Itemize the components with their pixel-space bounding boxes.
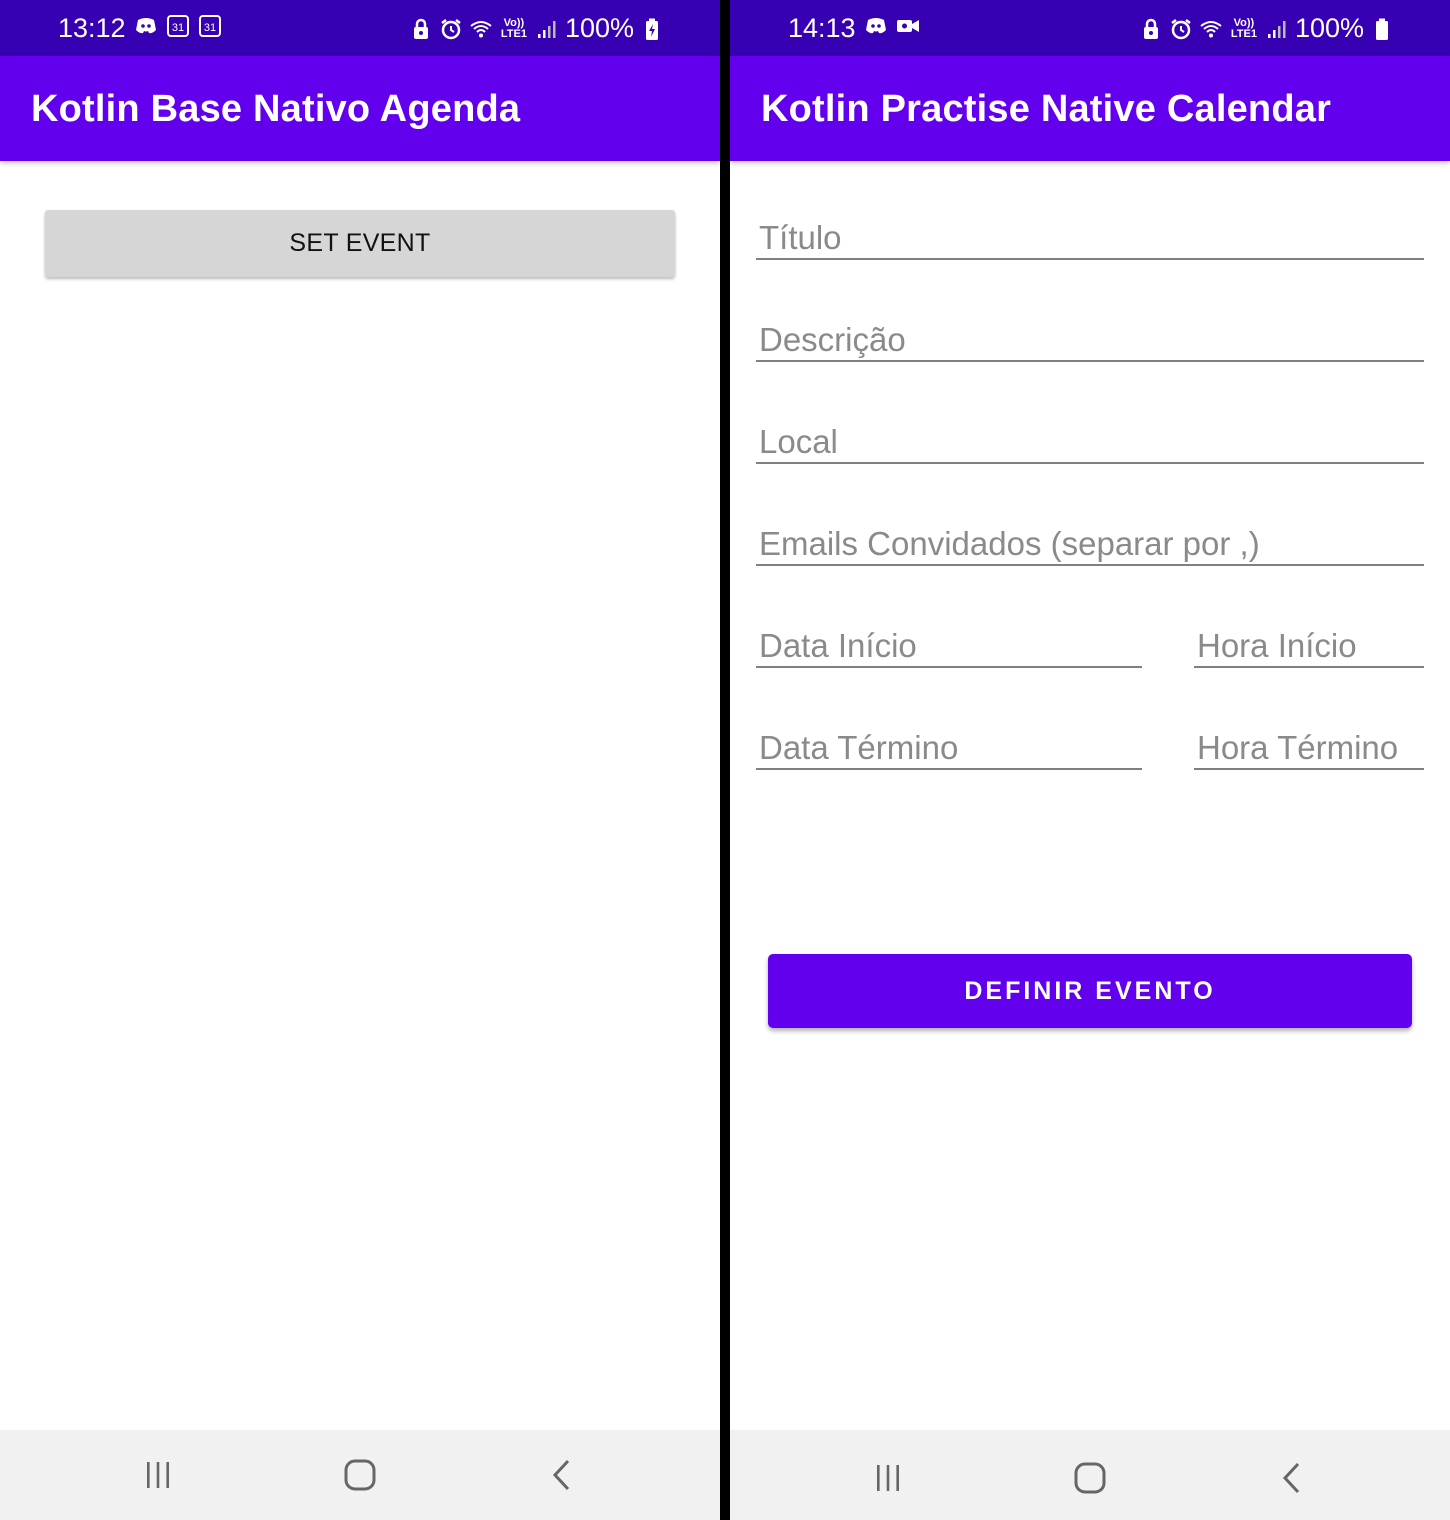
define-event-button[interactable]: DEFINIR EVENTO (768, 954, 1412, 1028)
battery-percent: 100% (564, 13, 634, 43)
battery-charging-icon (640, 17, 664, 41)
start-date-field (756, 618, 1142, 668)
status-time: 14:13 (788, 13, 856, 43)
discord-icon (864, 14, 888, 38)
signal-icon (1265, 17, 1289, 41)
home-icon[interactable] (1060, 1455, 1120, 1501)
app-bar: Kotlin Practise Native Calendar (730, 56, 1450, 161)
calendar-31-icon: 31 (166, 14, 190, 38)
description-input[interactable] (756, 312, 1424, 360)
wifi-icon (1199, 17, 1223, 41)
app-title: Kotlin Base Nativo Agenda (31, 88, 521, 130)
location-field (756, 414, 1424, 464)
lock-icon (409, 17, 433, 41)
status-bar: 14:13 Vo)) LTE1 100% (730, 0, 1450, 56)
system-status-icons: Vo)) LTE1 100% (1139, 13, 1394, 44)
navigation-bar (0, 1430, 720, 1520)
title-input[interactable] (756, 210, 1424, 258)
start-time-input[interactable] (1194, 618, 1424, 666)
app-title: Kotlin Practise Native Calendar (761, 88, 1332, 130)
discord-icon (134, 14, 158, 38)
volte-label: Vo)) LTE1 (1230, 16, 1257, 40)
location-input[interactable] (756, 414, 1424, 462)
home-icon[interactable] (330, 1452, 390, 1498)
navigation-bar (730, 1430, 1450, 1520)
wifi-icon (469, 17, 493, 41)
video-camera-icon (896, 14, 920, 38)
recent-apps-icon[interactable] (128, 1452, 188, 1498)
left-phone-screen: 13:12 31 31 Vo)) LTE1 100% Kotlin Base N… (0, 0, 720, 1520)
start-date-input[interactable] (756, 618, 1142, 666)
calendar-31-icon: 31 (198, 14, 222, 38)
set-event-button[interactable]: SET EVENT (45, 210, 675, 277)
title-field (756, 210, 1424, 260)
back-icon[interactable] (532, 1452, 592, 1498)
right-phone-screen: 14:13 Vo)) LTE1 100% Kotlin Practise Nat… (730, 0, 1450, 1520)
start-time-field (1194, 618, 1424, 668)
svg-text:31: 31 (204, 22, 216, 34)
alarm-icon (439, 17, 463, 41)
end-date-input[interactable] (756, 720, 1142, 768)
recent-apps-icon[interactable] (858, 1455, 918, 1501)
status-time: 13:12 (58, 13, 126, 43)
app-bar: Kotlin Base Nativo Agenda (0, 56, 720, 161)
back-icon[interactable] (1262, 1455, 1322, 1501)
system-status-icons: Vo)) LTE1 100% (409, 13, 664, 44)
signal-icon (535, 17, 559, 41)
end-date-field (756, 720, 1142, 770)
guests-email-input[interactable] (756, 516, 1424, 564)
guests-field (756, 516, 1424, 566)
end-time-field (1194, 720, 1424, 770)
volte-label: Vo)) LTE1 (500, 16, 527, 40)
battery-percent: 100% (1294, 13, 1364, 43)
description-field (756, 312, 1424, 362)
svg-text:31: 31 (172, 22, 184, 34)
battery-full-icon (1370, 17, 1394, 41)
alarm-icon (1169, 17, 1193, 41)
end-time-input[interactable] (1194, 720, 1424, 768)
lock-icon (1139, 17, 1163, 41)
notification-icons (864, 14, 920, 38)
status-bar: 13:12 31 31 Vo)) LTE1 100% (0, 0, 720, 56)
notification-icons: 31 31 (134, 14, 222, 38)
